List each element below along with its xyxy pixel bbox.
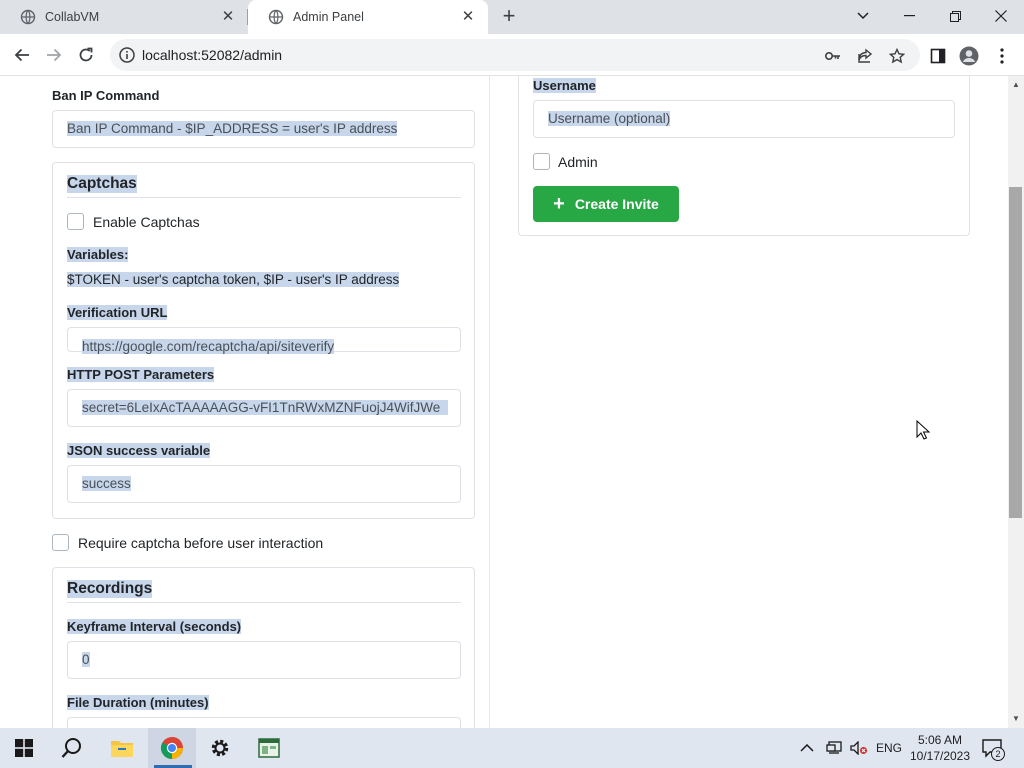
taskbar: ENG 5:06 AM 10/17/2023 2 <box>0 728 1024 768</box>
file-duration-label: File Duration (minutes) <box>67 695 209 710</box>
tab-admin-panel[interactable]: Admin Panel ✕ <box>248 0 488 34</box>
minimize-button[interactable] <box>886 0 932 32</box>
tab-collabvm[interactable]: CollabVM ✕ <box>0 0 248 34</box>
address-bar[interactable]: localhost:52082/admin <box>110 39 920 71</box>
plus-icon: + <box>553 193 565 215</box>
post-params-label: HTTP POST Parameters <box>67 367 215 382</box>
start-button[interactable] <box>0 728 48 768</box>
clock-time: 5:06 AM <box>917 733 963 747</box>
tab-title: CollabVM <box>45 10 100 24</box>
file-explorer-icon[interactable] <box>98 728 146 768</box>
profile-avatar-icon[interactable] <box>958 45 980 67</box>
username-label: Username <box>533 78 596 93</box>
language-indicator[interactable]: ENG <box>876 728 902 768</box>
reload-button[interactable] <box>73 42 99 68</box>
globe-icon <box>268 9 284 25</box>
scroll-up-arrow-icon[interactable]: ▲ <box>1008 78 1024 92</box>
captchas-title: Captchas <box>67 175 137 193</box>
admin-label[interactable]: Admin <box>558 154 598 170</box>
ban-ip-command-input[interactable]: Ban IP Command - $IP_ADDRESS = user's IP… <box>52 110 475 148</box>
verification-url-label: Verification URL <box>67 305 168 320</box>
forward-arrow-icon <box>47 48 62 62</box>
app-window-icon[interactable] <box>245 728 293 768</box>
info-icon[interactable] <box>118 46 136 64</box>
keyframe-interval-input[interactable]: 0 <box>67 641 461 679</box>
json-success-input[interactable]: success <box>67 465 461 503</box>
close-tab-icon[interactable]: ✕ <box>220 9 236 25</box>
json-success-label: JSON success variable <box>67 443 211 458</box>
verification-url-input[interactable]: https://google.com/recaptcha/api/sitever… <box>67 327 461 354</box>
notifications-button[interactable]: 2 <box>982 728 1005 768</box>
scrollbar-thumb[interactable] <box>1009 187 1022 518</box>
keyframe-interval-value: 0 <box>82 652 90 667</box>
scroll-down-arrow-icon[interactable]: ▼ <box>1008 712 1024 726</box>
admin-checkbox[interactable] <box>533 153 550 170</box>
require-captcha-label[interactable]: Require captcha before user interaction <box>78 535 323 551</box>
bookmark-star-icon[interactable] <box>888 47 906 65</box>
section-rule <box>67 602 461 603</box>
volume-muted-icon[interactable] <box>850 728 868 768</box>
username-input[interactable]: Username (optional) <box>533 100 955 138</box>
clock-date: 10/17/2023 <box>909 749 971 763</box>
browser-toolbar: localhost:52082/admin <box>0 34 1024 76</box>
side-panel-icon[interactable] <box>927 45 949 67</box>
key-icon[interactable] <box>824 47 842 65</box>
show-hidden-icons-chevron-icon[interactable] <box>800 728 814 768</box>
json-success-value: success <box>82 476 131 491</box>
ban-ip-label: Ban IP Command <box>52 88 160 103</box>
settings-gear-icon[interactable] <box>196 728 244 768</box>
keyframe-interval-label: Keyframe Interval (seconds) <box>67 619 242 634</box>
enable-captchas-label[interactable]: Enable Captchas <box>93 214 200 230</box>
forward-button[interactable] <box>41 42 67 68</box>
close-tab-icon[interactable]: ✕ <box>460 9 476 25</box>
restore-button[interactable] <box>932 0 978 32</box>
tab-search-chevron-icon[interactable] <box>840 0 886 32</box>
close-window-button[interactable] <box>978 0 1024 32</box>
variables-label: Variables: <box>67 247 129 262</box>
post-params-input[interactable]: secret=6LeIxAcTAAAAAGG-vFI1TnRWxMZNFuojJ… <box>67 389 461 427</box>
variables-text: $TOKEN - user's captcha token, $IP - use… <box>67 272 400 287</box>
create-invite-label: Create Invite <box>574 196 659 212</box>
section-rule <box>67 197 461 198</box>
require-captcha-checkbox[interactable] <box>52 534 69 551</box>
globe-icon <box>20 9 36 25</box>
ban-ip-command-value: Ban IP Command - $IP_ADDRESS = user's IP… <box>67 121 398 136</box>
post-params-value: secret=6LeIxAcTAAAAAGG-vFI1TnRWxMZNFuojJ… <box>82 400 448 415</box>
captchas-card: Captchas Enable Captchas Variables: $TOK… <box>52 162 475 519</box>
page-viewport: Ban IP Command Ban IP Command - $IP_ADDR… <box>0 76 1008 728</box>
create-invite-button[interactable]: + Create Invite <box>533 186 679 222</box>
enable-captchas-checkbox[interactable] <box>67 213 84 230</box>
url-text: localhost:52082/admin <box>142 47 283 63</box>
username-placeholder: Username (optional) <box>548 111 671 126</box>
recordings-card: Recordings Keyframe Interval (seconds) 0… <box>52 567 475 728</box>
reload-icon <box>79 47 93 62</box>
column-divider <box>489 76 490 728</box>
back-arrow-icon <box>14 48 29 62</box>
chrome-taskbar-icon[interactable] <box>148 728 196 768</box>
browser-menu-icon[interactable] <box>991 45 1013 67</box>
verification-url-value: https://google.com/recaptcha/api/sitever… <box>82 339 335 354</box>
new-tab-button[interactable]: + <box>497 5 521 29</box>
tab-title: Admin Panel <box>293 10 364 24</box>
system-clock[interactable]: 5:06 AM 10/17/2023 <box>905 732 975 764</box>
network-icon[interactable] <box>826 728 842 768</box>
share-icon[interactable] <box>856 47 874 65</box>
recordings-title: Recordings <box>67 580 153 598</box>
search-icon[interactable] <box>48 728 96 768</box>
notification-count-badge: 2 <box>991 747 1005 761</box>
file-duration-input[interactable] <box>67 717 461 728</box>
mouse-cursor-icon <box>916 420 930 440</box>
back-button[interactable] <box>9 42 35 68</box>
windows-logo-icon <box>15 739 33 757</box>
tab-strip: CollabVM ✕ Admin Panel ✕ + <box>0 0 1024 34</box>
